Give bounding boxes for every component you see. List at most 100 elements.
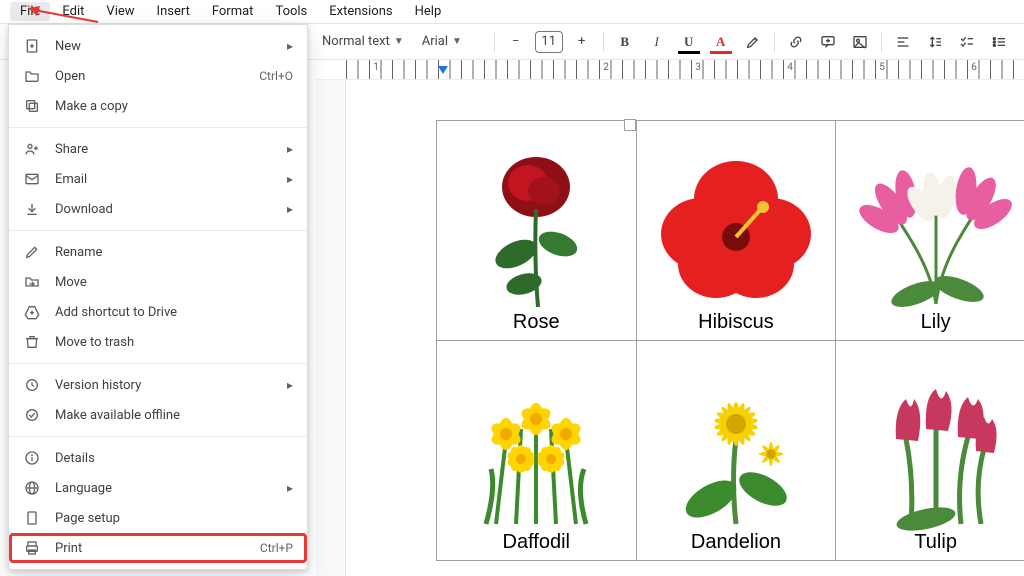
caret-down-icon: ▼ <box>452 36 462 47</box>
document-canvas[interactable]: Rose <box>316 80 1024 576</box>
align-button[interactable] <box>890 29 916 55</box>
italic-button[interactable]: I <box>644 29 670 55</box>
paragraph-style-select[interactable]: Normal text ▼ <box>316 32 410 51</box>
menu-separator <box>9 363 307 364</box>
flower-image-rose[interactable] <box>441 146 632 311</box>
menu-tools[interactable]: Tools <box>265 2 317 21</box>
history-icon <box>23 377 41 393</box>
file-menu-print[interactable]: Print Ctrl+P <box>9 533 307 563</box>
mail-icon <box>23 171 41 187</box>
menu-item-label: Make available offline <box>55 408 293 423</box>
menu-item-label: Version history <box>55 378 273 393</box>
flower-label: Hibiscus <box>698 311 774 333</box>
checklist-button[interactable] <box>954 29 980 55</box>
ruler-number: 2 <box>603 62 609 73</box>
table-cell-hibiscus[interactable]: Hibiscus <box>636 121 836 341</box>
file-menu-trash[interactable]: Move to trash <box>9 327 307 357</box>
menu-item-label: New <box>55 39 273 54</box>
insert-image-button[interactable] <box>847 29 873 55</box>
indent-marker[interactable] <box>438 66 448 74</box>
file-menu-new[interactable]: New ▸ <box>9 31 307 61</box>
font-size-input[interactable]: 11 <box>535 31 563 53</box>
file-menu-download[interactable]: Download ▸ <box>9 194 307 224</box>
doc-plus-icon <box>23 38 41 54</box>
menu-item-label: Open <box>55 69 245 84</box>
insert-link-button[interactable] <box>783 29 809 55</box>
toolbar-divider <box>881 32 882 52</box>
menu-item-shortcut: Ctrl+O <box>259 69 293 83</box>
file-menu-rename[interactable]: Rename <box>9 237 307 267</box>
file-menu-share[interactable]: Share ▸ <box>9 134 307 164</box>
flower-label: Dandelion <box>691 531 781 553</box>
table-cell-tulip[interactable]: Tulip <box>836 341 1024 561</box>
menu-item-label: Make a copy <box>55 99 293 114</box>
image-selection-handle[interactable] <box>624 119 636 131</box>
highlight-color-button[interactable] <box>740 29 766 55</box>
menu-view[interactable]: View <box>96 2 144 21</box>
pencil-icon <box>23 244 41 260</box>
text-color-button[interactable]: A <box>708 29 734 55</box>
flower-table[interactable]: Rose <box>436 120 1024 561</box>
file-menu-make-copy[interactable]: Make a copy <box>9 91 307 121</box>
menubar: File Edit View Insert Format Tools Exten… <box>0 0 1024 24</box>
file-menu-move[interactable]: Move <box>9 267 307 297</box>
file-menu-details[interactable]: Details <box>9 443 307 473</box>
menu-item-shortcut: Ctrl+P <box>260 541 293 555</box>
menu-extensions[interactable]: Extensions <box>319 2 402 21</box>
offline-icon <box>23 407 41 423</box>
bullet-list-button[interactable] <box>986 29 1012 55</box>
table-cell-rose[interactable]: Rose <box>437 121 637 341</box>
menu-file[interactable]: File <box>10 2 50 21</box>
menu-insert[interactable]: Insert <box>147 2 200 21</box>
table-cell-daffodil[interactable]: Daffodil <box>437 341 637 561</box>
menu-edit[interactable]: Edit <box>52 2 94 21</box>
font-size-decrease-button[interactable]: − <box>503 29 529 55</box>
file-menu-email[interactable]: Email ▸ <box>9 164 307 194</box>
file-menu-offline[interactable]: Make available offline <box>9 400 307 430</box>
submenu-caret-icon: ▸ <box>287 378 293 392</box>
bold-button[interactable]: B <box>612 29 638 55</box>
menu-format[interactable]: Format <box>202 2 264 21</box>
font-family-select[interactable]: Arial ▼ <box>416 32 486 51</box>
file-menu-version-history[interactable]: Version history ▸ <box>9 370 307 400</box>
drive-add-icon <box>23 304 41 320</box>
submenu-caret-icon: ▸ <box>287 172 293 186</box>
flower-image-dandelion[interactable] <box>641 366 832 531</box>
menu-item-label: Rename <box>55 245 293 260</box>
flower-label: Daffodil <box>503 531 570 553</box>
underline-button[interactable]: U <box>676 29 702 55</box>
ruler-number: 3 <box>695 62 701 73</box>
menu-separator <box>9 436 307 437</box>
flower-image-lily[interactable] <box>840 146 1024 311</box>
file-menu-language[interactable]: Language ▸ <box>9 473 307 503</box>
menu-item-label: Print <box>55 541 246 556</box>
file-menu-page-setup[interactable]: Page setup <box>9 503 307 533</box>
menu-item-label: Share <box>55 142 273 157</box>
ruler-number: 1 <box>373 62 379 73</box>
document-page[interactable]: Rose <box>346 80 1024 576</box>
page-icon <box>23 510 41 526</box>
file-menu-add-shortcut[interactable]: Add shortcut to Drive <box>9 297 307 327</box>
folder-icon <box>23 68 41 84</box>
flower-image-tulip[interactable] <box>840 366 1024 531</box>
table-cell-dandelion[interactable]: Dandelion <box>636 341 836 561</box>
paragraph-style-value: Normal text <box>322 34 390 49</box>
submenu-caret-icon: ▸ <box>287 39 293 53</box>
info-icon <box>23 450 41 466</box>
menu-item-label: Language <box>55 481 273 496</box>
menu-item-label: Download <box>55 202 273 217</box>
submenu-caret-icon: ▸ <box>287 481 293 495</box>
flower-image-daffodil[interactable] <box>441 366 632 531</box>
flower-image-hibiscus[interactable] <box>641 146 832 311</box>
menu-help[interactable]: Help <box>405 2 452 21</box>
insert-comment-button[interactable] <box>815 29 841 55</box>
line-spacing-button[interactable] <box>922 29 948 55</box>
file-menu-open[interactable]: Open Ctrl+O <box>9 61 307 91</box>
font-size-increase-button[interactable]: + <box>569 29 595 55</box>
menu-item-label: Add shortcut to Drive <box>55 305 293 320</box>
ruler[interactable]: 1 2 3 4 5 6 <box>316 60 1024 80</box>
menu-item-label: Page setup <box>55 511 293 526</box>
table-cell-lily[interactable]: Lily <box>836 121 1024 341</box>
toolbar-divider <box>494 32 495 52</box>
menu-item-label: Details <box>55 451 293 466</box>
